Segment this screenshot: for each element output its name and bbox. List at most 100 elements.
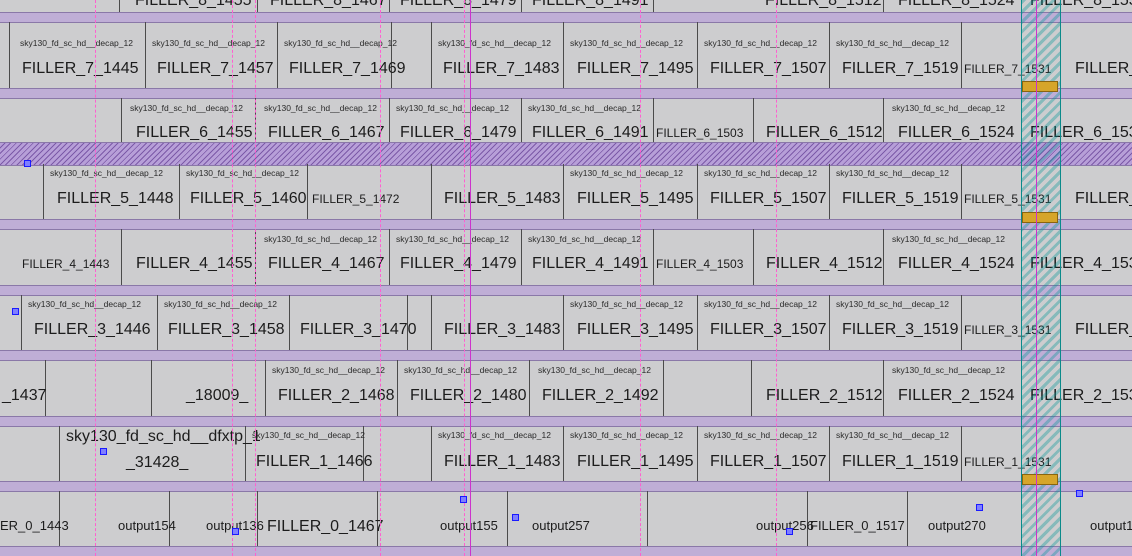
cell-type-label: sky130_fd_sc_hd__decap_12: [272, 365, 385, 375]
cell-type-label: sky130_fd_sc_hd__decap_12: [438, 38, 551, 48]
cell-type-label: sky130_fd_sc_hd__decap_12: [836, 168, 949, 178]
pin-marker[interactable]: [460, 496, 467, 503]
cell-label: _18009_: [186, 387, 249, 404]
cell-label: output257: [532, 518, 590, 533]
cell-label: output256: [756, 518, 814, 533]
cell-type-label: sky130_fd_sc_hd__decap_12: [892, 103, 1005, 113]
cell-label: FILLER_1_1519: [842, 453, 959, 470]
cell-label: FILLER_3_1495: [577, 321, 694, 338]
pin-marker[interactable]: [1076, 490, 1083, 497]
cell-type-label: sky130_fd_sc_hd__decap_12: [20, 38, 133, 48]
cell-label: FILLER_2_1492: [542, 387, 659, 404]
cell-label: FILLER_3_1483: [444, 321, 561, 338]
pin-marker[interactable]: [232, 528, 239, 535]
cell-type-label: sky130_fd_sc_hd__decap_12: [396, 234, 509, 244]
cell-label: FILLER_8_1467: [270, 0, 387, 9]
cell-label: FILLER_0_1517: [810, 518, 905, 533]
cell-label: FILLER_6_1512: [766, 124, 883, 141]
cell-label: FILLER_8_1479: [400, 0, 517, 9]
cell-label: FILLER_5_1507: [710, 190, 827, 207]
cell-label: FILLER_6_1491: [532, 124, 649, 141]
cell-label: _31428_: [126, 454, 189, 471]
route-line: [776, 0, 777, 556]
cell-label: output154: [118, 518, 176, 533]
cell-type-label: sky130_fd_sc_hd__decap_12: [570, 299, 683, 309]
pin-marker[interactable]: [12, 308, 19, 315]
cell-type-label: sky130_fd_sc_hd__decap_12: [538, 365, 651, 375]
cell-label: FILLER_1_1495: [577, 453, 694, 470]
cell-label: FILLER_: [1075, 60, 1132, 77]
cell-type-label: sky130_fd_sc_hd__decap_12: [704, 430, 817, 440]
cell-label: FILLER_4_1455: [136, 255, 253, 272]
cell-label: ER_0_1443: [0, 518, 69, 533]
cell-type-label: sky130_fd_sc_hd__decap_12: [130, 103, 243, 113]
route-line: [1036, 0, 1037, 556]
cell-label: FILLER_5_1448: [57, 190, 174, 207]
cell-type-label: sky130_fd_sc_hd__decap_12: [264, 103, 377, 113]
cell-label: FILLER_6_1503: [656, 126, 744, 140]
power-rail: [0, 546, 1132, 556]
cell-type-label: sky130_fd_sc_hd__decap_12: [252, 430, 365, 440]
cell-label: FILLER_6_1479: [400, 124, 517, 141]
cell-type-label: sky130_fd_sc_hd__decap_12: [570, 38, 683, 48]
cell-type-label: sky130_fd_sc_hd__decap_12: [570, 430, 683, 440]
cell-type-label: sky130_fd_sc_hd__decap_12: [528, 234, 641, 244]
cell-label: FILLER_6_1455: [136, 124, 253, 141]
cell-label: FILLER_3_1458: [168, 321, 285, 338]
cell-type-label: sky130_fd_sc_hd__decap_12: [438, 430, 551, 440]
cell-type-label: sky130_fd_sc_hd__decap_12: [528, 103, 641, 113]
cell-label: FILLER_5_1519: [842, 190, 959, 207]
cell-label: output17: [1090, 518, 1132, 533]
pin-marker[interactable]: [786, 528, 793, 535]
cell-label: FILLER_8_1455: [135, 0, 252, 9]
cell-label: FILLER_8_1512: [765, 0, 882, 9]
cell-label: FILLER_1_1483: [444, 453, 561, 470]
route-line: [380, 0, 381, 556]
cell-label: FILLER_2_1524: [898, 387, 1015, 404]
cell-label: FILLER_5_1472: [312, 192, 400, 206]
cell-type-label: sky130_fd_sc_hd__decap_12: [396, 103, 509, 113]
cell-label: FILLER_4_1524: [898, 255, 1015, 272]
cell-type-label: sky130_fd_sc_hd__decap_12: [704, 299, 817, 309]
cell-label: FILLER_1_1507: [710, 453, 827, 470]
cell-type-label: sky130_fd_sc_hd__decap_12: [28, 299, 141, 309]
cell-label: FILLER_0_1467: [267, 518, 384, 535]
cell-label: output270: [928, 518, 986, 533]
layout-row-7: sky130_fd_sc_hd__decap_12 sky130_fd_sc_h…: [0, 22, 1132, 88]
cell-label: FILLER_3_1519: [842, 321, 959, 338]
cell-label: FILLER_7_1483: [443, 60, 560, 77]
cell-label: FILLER_5_1483: [444, 190, 561, 207]
power-rail-hatched: [0, 142, 1132, 166]
cell-label: FILLER_6_1524: [898, 124, 1015, 141]
cell-label: FILLER_7_1457: [157, 60, 274, 77]
pin-marker[interactable]: [512, 514, 519, 521]
tap-cell: [1022, 81, 1058, 92]
cell-type-label: sky130_fd_sc_hd__decap_12: [570, 168, 683, 178]
cell-label: FILLER_6_1467: [268, 124, 385, 141]
cell-label: FILLER_2_1468: [278, 387, 395, 404]
cell-label: FILLER_4_1443: [22, 257, 110, 271]
cell-label: FILLER_7_1519: [842, 60, 959, 77]
cell-label: FILLER_4_1512: [766, 255, 883, 272]
route-line: [464, 0, 465, 556]
cell-label: _1437: [2, 387, 47, 404]
cell-label: FILLER_: [1075, 190, 1132, 207]
route-line: [255, 0, 256, 556]
cell-label: FILLER_3_1507: [710, 321, 827, 338]
pin-marker[interactable]: [976, 504, 983, 511]
cell-label: FILLER_4_1503: [656, 257, 744, 271]
cell-label: output155: [440, 518, 498, 533]
route-line: [95, 0, 96, 556]
cell-label: FILLER_5_1495: [577, 190, 694, 207]
cell-label: FILLER_8_1524: [898, 0, 1015, 9]
pin-marker[interactable]: [24, 160, 31, 167]
route-line: [640, 0, 641, 556]
cell-label: FILLER_7_1445: [22, 60, 139, 77]
pin-marker[interactable]: [100, 448, 107, 455]
layout-canvas[interactable]: FILLER_8_1455 FILLER_8_1467 FILLER_8_147…: [0, 0, 1132, 556]
route-line: [232, 0, 233, 556]
cell-type-label: sky130_fd_sc_hd__decap_12: [704, 168, 817, 178]
cell-type-label: sky130_fd_sc_hd__decap_12: [152, 38, 265, 48]
cell-type-label: sky130_fd_sc_hd__decap_12: [836, 38, 949, 48]
cell-type-label: sky130_fd_sc_hd__decap_12: [264, 234, 377, 244]
